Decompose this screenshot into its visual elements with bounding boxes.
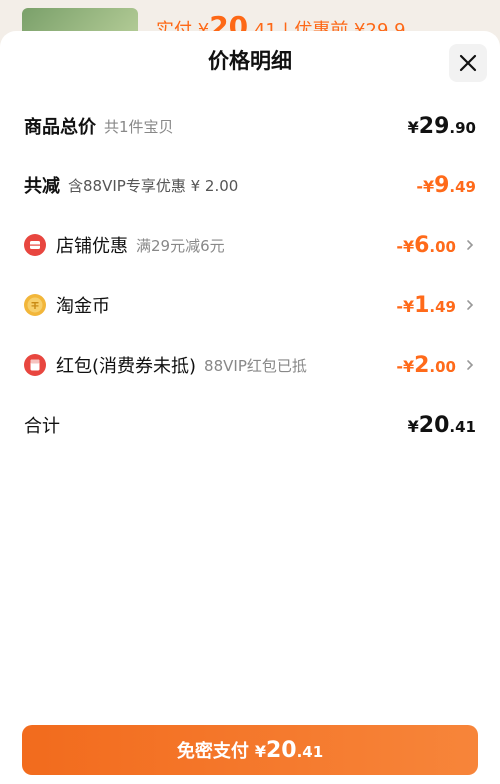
pay-button-amount: ¥20.41 — [254, 737, 324, 763]
chevron-right-icon — [467, 360, 474, 370]
row-label: 共减 — [24, 176, 60, 197]
store-coupon-icon — [24, 234, 46, 256]
pay-button-label: 免密支付 — [176, 741, 249, 762]
row-label: 合计 — [24, 416, 60, 437]
row-subtext: 88VIP红包已抵 — [204, 356, 307, 375]
row-label: 淘金币 — [56, 296, 110, 317]
red-packet-icon — [24, 354, 46, 376]
row-label: 店铺优惠 — [56, 236, 128, 257]
total-discount-amount: -¥ 9.49 — [416, 172, 476, 198]
grand-total-amount: ¥20.41 — [407, 412, 476, 438]
row-goods-total: 商品总价 共1件宝贝 ¥29.90 — [24, 106, 476, 146]
row-subtext: 共1件宝贝 — [104, 117, 174, 136]
price-detail-sheet: 价格明细 商品总价 共1件宝贝 ¥29.90 共减 含88VIP专享优惠 ¥ 2… — [0, 31, 500, 784]
row-label: 商品总价 — [24, 117, 96, 138]
gold-coin-icon — [24, 294, 46, 316]
taojinbi-amount: -¥ 1.49 — [396, 292, 456, 318]
row-store-discount[interactable]: 店铺优惠 满29元减6元 -¥ 6.00 — [24, 225, 476, 265]
store-discount-amount: -¥ 6.00 — [396, 232, 456, 258]
row-red-packet[interactable]: 红包(消费券未抵) 88VIP红包已抵 -¥ 2.00 — [24, 345, 476, 385]
row-taojinbi[interactable]: 淘金币 -¥ 1.49 — [24, 285, 476, 325]
row-subtext: 含88VIP专享优惠 ¥ 2.00 — [68, 176, 239, 195]
sheet-title: 价格明细 — [208, 49, 292, 73]
red-packet-amount: -¥ 2.00 — [396, 352, 456, 378]
chevron-right-icon — [467, 240, 474, 250]
row-subtext: 满29元减6元 — [136, 236, 225, 255]
row-grand-total: 合计 ¥20.41 — [24, 405, 476, 445]
goods-total-amount: ¥29.90 — [407, 113, 476, 139]
close-button[interactable] — [449, 44, 487, 82]
row-label: 红包(消费券未抵) — [56, 356, 197, 377]
pay-button[interactable]: 免密支付 ¥20.41 — [22, 725, 478, 775]
row-total-discount: 共减 含88VIP专享优惠 ¥ 2.00 -¥ 9.49 — [24, 165, 476, 205]
chevron-right-icon — [467, 300, 474, 310]
close-icon — [459, 54, 477, 72]
